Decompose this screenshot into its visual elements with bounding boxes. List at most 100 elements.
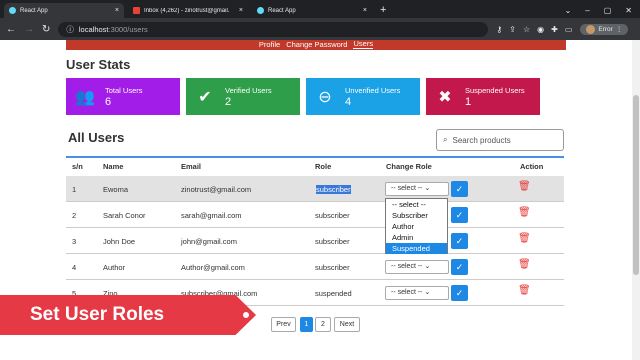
nav-link-profile[interactable]: Profile xyxy=(259,40,280,49)
avatar xyxy=(586,24,596,34)
dropdown-option[interactable]: Subscriber xyxy=(386,210,447,221)
users-title: All Users xyxy=(68,130,125,145)
cell-email: sarah@gmail.com xyxy=(181,211,242,220)
role-dropdown-menu: -- select -- Subscriber Author Admin Sus… xyxy=(385,198,448,254)
sidebar-icon[interactable]: ▭ xyxy=(565,25,573,34)
maximize-button[interactable]: ▢ xyxy=(604,6,612,15)
apply-role-button[interactable]: ✓ xyxy=(451,181,468,197)
prev-button[interactable]: Prev xyxy=(271,317,296,332)
dropdown-option[interactable]: -- select -- xyxy=(386,199,447,210)
back-button[interactable]: ← xyxy=(6,24,16,35)
cell-sn: 2 xyxy=(72,211,77,220)
browser-tab[interactable]: React App × xyxy=(252,3,372,18)
stat-label: Verified Users xyxy=(225,85,272,95)
delete-icon[interactable]: 🗑 xyxy=(518,233,531,244)
dropdown-option-highlighted[interactable]: Suspended xyxy=(386,243,447,254)
delete-icon[interactable]: 🗑 xyxy=(518,259,531,270)
banner-dot xyxy=(243,312,249,318)
apply-role-button[interactable]: ✓ xyxy=(451,285,468,301)
cell-sn: 4 xyxy=(72,263,77,272)
delete-icon[interactable]: 🗑 xyxy=(518,285,531,296)
react-icon xyxy=(9,7,16,14)
column-header-email: Email xyxy=(181,162,202,171)
user-x-icon: ✖ xyxy=(438,88,452,106)
stat-card-verified: ✔ Verified Users 2 xyxy=(186,78,300,115)
title-banner: Set User Roles xyxy=(0,295,256,335)
sub-navigation: Profile Change Password Users xyxy=(66,39,566,50)
apply-role-button[interactable]: ✓ xyxy=(451,259,468,275)
share-icon[interactable]: ⇪ xyxy=(509,25,516,34)
extension-icon[interactable]: ◉ xyxy=(537,25,544,34)
column-header-name: Name xyxy=(103,162,124,171)
browser-tab[interactable]: React App × xyxy=(4,3,124,18)
react-icon xyxy=(257,7,264,14)
puzzle-icon[interactable]: ✚ xyxy=(551,25,558,34)
close-window-button[interactable]: ✕ xyxy=(625,6,632,15)
column-header-role: Role xyxy=(315,162,332,171)
dropdown-option[interactable]: Admin xyxy=(386,232,447,243)
address-bar[interactable]: ⓘ localhost:3000/users xyxy=(58,21,489,37)
delete-icon[interactable]: 🗑 xyxy=(518,207,531,218)
page-button-1[interactable]: 1 xyxy=(300,317,313,332)
star-icon[interactable]: ☆ xyxy=(523,25,530,34)
info-icon[interactable]: ⓘ xyxy=(66,24,74,35)
role-select[interactable]: -- select -- ⌄ xyxy=(385,182,449,196)
role-select[interactable]: -- select -- ⌄ xyxy=(385,286,449,300)
cell-sn: 1 xyxy=(72,185,77,194)
nav-link-users[interactable]: Users xyxy=(353,39,374,49)
cell-name: Ewoma xyxy=(103,185,129,194)
search-placeholder: Search products xyxy=(452,135,511,145)
cell-email: john@gmail.com xyxy=(181,237,237,246)
new-tab-button[interactable]: + xyxy=(380,4,386,16)
tab-title: Inbox (4,262) - zinotrust@gmail.com - G xyxy=(144,7,229,14)
cell-name: John Doe xyxy=(103,237,136,246)
column-header-sn: s/n xyxy=(72,162,83,171)
close-icon[interactable]: × xyxy=(115,7,119,14)
table-row: 4 Author Author@gmail.com subscriber -- … xyxy=(66,254,564,280)
cell-role: subscriber xyxy=(315,237,350,246)
search-icon: ⌕ xyxy=(443,135,448,144)
scroll-thumb[interactable] xyxy=(633,95,639,275)
stat-card-total: 👥 Total Users 6 xyxy=(66,78,180,115)
window-controls: ⌄ – ▢ ✕ xyxy=(565,6,640,15)
close-icon[interactable]: × xyxy=(239,7,243,14)
apply-role-button[interactable]: ✓ xyxy=(451,207,468,223)
table-row: 1 Ewoma zinotrust@gmail.com subscriber -… xyxy=(66,176,564,202)
minimize-button[interactable]: – xyxy=(585,6,589,15)
users-icon: 👥 xyxy=(75,88,95,106)
close-icon[interactable]: × xyxy=(363,7,367,14)
url-host: localhost xyxy=(78,24,109,34)
chevron-down-icon[interactable]: ⌄ xyxy=(565,6,572,15)
stat-label: Total Users xyxy=(105,85,143,95)
profile-label: Error xyxy=(598,25,613,33)
stat-value: 4 xyxy=(345,95,352,108)
cell-role: subscriber xyxy=(315,211,350,220)
stat-card-suspended: ✖ Suspended Users 1 xyxy=(426,78,540,115)
url-path: :3000/users xyxy=(108,24,148,34)
next-button[interactable]: Next xyxy=(334,317,360,332)
table-row: 3 John Doe john@gmail.com subscriber ✓ 🗑 xyxy=(66,228,564,254)
stats-title: User Stats xyxy=(66,57,131,72)
scrollbar[interactable] xyxy=(632,40,640,360)
page-button-2[interactable]: 2 xyxy=(315,317,331,332)
role-select[interactable]: -- select -- ⌄ xyxy=(385,260,449,274)
forward-button[interactable]: → xyxy=(24,24,34,35)
profile-button[interactable]: Error ⋮ xyxy=(580,23,629,35)
browser-tab[interactable]: Inbox (4,262) - zinotrust@gmail.com - G … xyxy=(128,3,248,18)
stat-label: Suspended Users xyxy=(465,85,525,95)
search-input[interactable]: ⌕ Search products xyxy=(436,129,564,151)
banner-text: Set User Roles xyxy=(30,304,165,325)
table-row: 2 Sarah Conor sarah@gmail.com subscriber… xyxy=(66,202,564,228)
more-icon: ⋮ xyxy=(615,26,623,33)
cell-sn: 3 xyxy=(72,237,77,246)
key-icon[interactable]: ⚷ xyxy=(496,25,502,34)
reload-button[interactable]: ↻ xyxy=(42,24,50,35)
delete-icon[interactable]: 🗑 xyxy=(518,181,531,192)
nav-link-change-password[interactable]: Change Password xyxy=(286,40,347,49)
dropdown-option[interactable]: Author xyxy=(386,221,447,232)
cell-name: Author xyxy=(103,263,126,272)
cell-email: Author@gmail.com xyxy=(181,263,245,272)
apply-role-button[interactable]: ✓ xyxy=(451,233,468,249)
cell-role: suspended xyxy=(315,289,352,298)
cell-email: zinotrust@gmail.com xyxy=(181,185,252,194)
